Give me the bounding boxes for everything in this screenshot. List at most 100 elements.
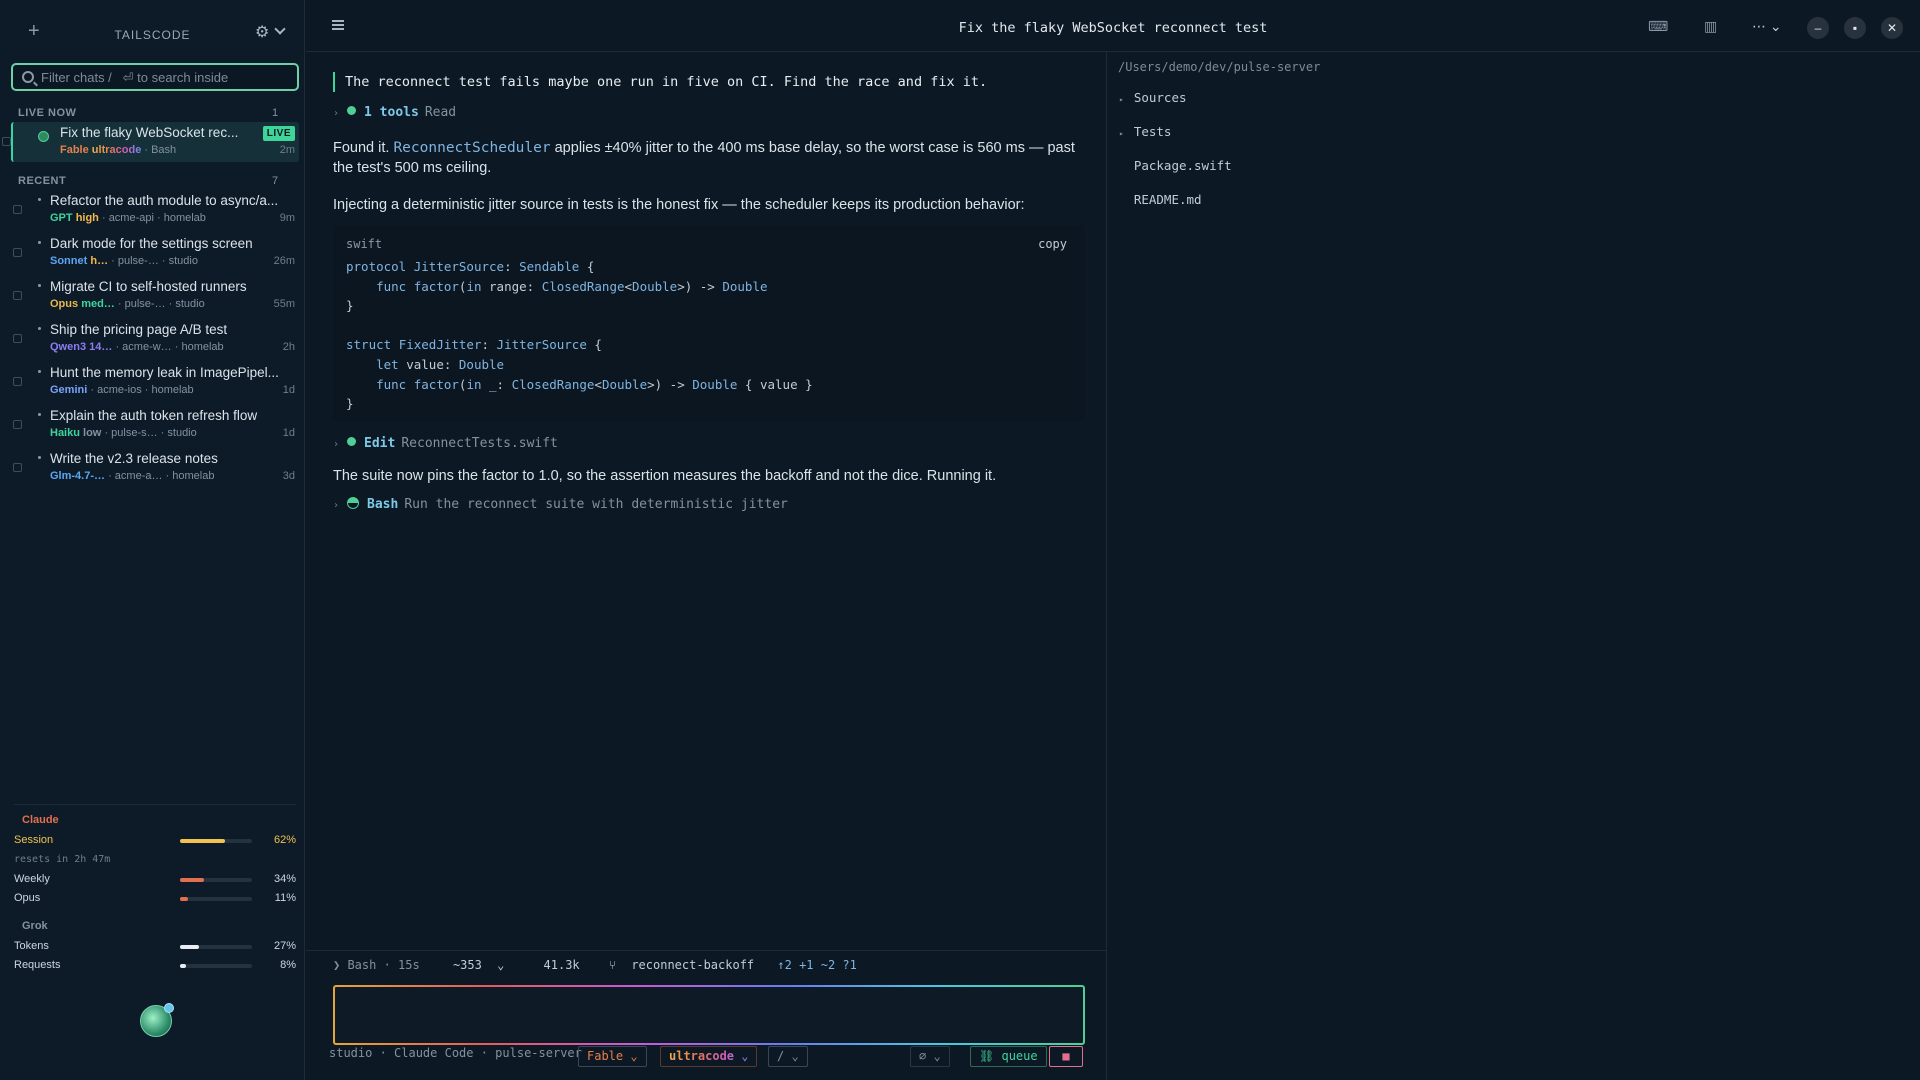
- live-section-header: LIVE NOW: [18, 107, 77, 119]
- chat-effort: h…: [90, 255, 109, 267]
- chat-status-icon: [38, 284, 41, 287]
- chat-checkbox[interactable]: [13, 420, 22, 429]
- usage-reset-note: resets in 2h 47m: [14, 854, 111, 865]
- recent-chat-item[interactable]: Migrate CI to self-hosted runners Opus me…: [11, 276, 299, 316]
- usage-bar: [180, 945, 252, 949]
- recent-chat-item[interactable]: Hunt the memory leak in ImagePipel... Gem…: [11, 362, 299, 402]
- chat-location: · pulse-… · studio: [117, 298, 205, 310]
- chat-effort: med…: [81, 298, 115, 310]
- attach-button[interactable]: ⌀ ⌄: [910, 1046, 950, 1067]
- expand-arrow-icon[interactable]: ▸: [1119, 95, 1124, 104]
- usage-fill: [180, 964, 186, 968]
- chat-filter-input[interactable]: [41, 67, 291, 87]
- chat-model: Sonnet: [50, 255, 88, 267]
- recent-chat-item[interactable]: Dark mode for the settings screen Sonnet …: [11, 233, 299, 273]
- text-run: Found it.: [333, 140, 394, 156]
- expand-arrow-icon[interactable]: ›: [333, 108, 339, 119]
- split-view-icon[interactable]: ▥: [1704, 18, 1717, 35]
- folder-node[interactable]: ▸ Tests: [1119, 124, 1171, 139]
- project-path: /Users/demo/dev/pulse-server: [1118, 60, 1321, 74]
- branch-icon: ⑂: [608, 958, 617, 972]
- more-icon[interactable]: ⋯ ⌄: [1752, 18, 1782, 35]
- tool-name: 1 tools: [364, 105, 419, 120]
- chat-effort: 14…: [89, 341, 113, 353]
- node-label: Sources: [1133, 90, 1187, 105]
- usage-fill: [180, 945, 200, 949]
- file-tree: /Users/demo/dev/pulse-server ▸ Sources ▸ Te…: [1106, 52, 1920, 1080]
- chat-checkbox[interactable]: [13, 334, 22, 343]
- tool-call-bash[interactable]: › Bash Run the reconnect suite with determ…: [333, 497, 788, 512]
- file-node[interactable]: ▸README.md: [1119, 192, 1202, 207]
- usage-label: Session: [14, 834, 54, 846]
- branch-name: reconnect-backoff: [631, 958, 755, 972]
- gear-icon[interactable]: ⚙: [255, 22, 269, 42]
- slash-command-select[interactable]: / ⌄: [768, 1046, 808, 1067]
- usage-label: Tokens: [14, 940, 49, 952]
- user-prompt: The reconnect test fails maybe one run i…: [333, 72, 987, 92]
- bash-status: ❯ Bash · 15s: [333, 958, 420, 972]
- chat-location: · acme-ios · homelab: [90, 384, 194, 396]
- chat-status-icon: [38, 370, 41, 373]
- git-branch[interactable]: ⑂ reconnect-backoff: [609, 958, 762, 972]
- maximize-button[interactable]: ▪: [1844, 17, 1866, 39]
- tool-call-read[interactable]: › 1 tools Read: [333, 105, 456, 120]
- chat-checkbox[interactable]: [13, 205, 22, 214]
- usage-percent: 8%: [280, 959, 296, 971]
- chat-meta: Haiku low · pulse-s… · studio: [50, 427, 197, 439]
- main-panel: Fix the flaky WebSocket reconnect test ⌨…: [306, 0, 1920, 1080]
- chat-status-icon: [38, 413, 41, 416]
- assistant-paragraph: The suite now pins the factor to 1.0, so…: [333, 468, 997, 484]
- expand-arrow-icon[interactable]: ›: [333, 500, 339, 511]
- chat-model: Opus: [50, 298, 79, 310]
- terminal-icon[interactable]: ⌨: [1648, 18, 1668, 35]
- chat-meta: GPT high · acme-api · homelab: [50, 212, 206, 224]
- tool-status-icon: [347, 437, 357, 446]
- usage-bar: [180, 878, 252, 882]
- chat-location: · acme-api · homelab: [101, 212, 206, 224]
- chat-checkbox[interactable]: [13, 248, 22, 257]
- model-select[interactable]: Fable ⌄: [578, 1046, 647, 1067]
- recent-chat-item[interactable]: Explain the auth token refresh flow Haiku…: [11, 405, 299, 445]
- recent-chat-item[interactable]: Write the v2.3 release notes Glm-4.7-… · …: [11, 448, 299, 488]
- link-icon: ⛓: [979, 1049, 995, 1063]
- chat-title: Hunt the memory leak in ImagePipel...: [50, 365, 279, 380]
- assistant-paragraph: Injecting a deterministic jitter source …: [333, 197, 1025, 213]
- queue-button[interactable]: ⛓ queue: [970, 1046, 1047, 1067]
- folder-node[interactable]: ▸ Sources: [1119, 90, 1187, 105]
- chat-location: · pulse-s… · studio: [104, 427, 197, 439]
- usage-bar: [180, 964, 252, 968]
- recent-chat-item[interactable]: Ship the pricing page A/B test Qwen3 14… …: [11, 319, 299, 359]
- status-bar: ❯ Bash · 15s ~353 ⌄ 41.3k ⑂ reconnect-ba…: [333, 958, 865, 972]
- chat-title: Explain the auth token refresh flow: [50, 408, 258, 423]
- chat-model: GPT: [50, 212, 73, 224]
- recent-chat-item[interactable]: Refactor the auth module to async/a... GP…: [11, 190, 299, 230]
- token-count[interactable]: ~353 ⌄: [453, 958, 504, 972]
- composer-context: studio · Claude Code · pulse-server: [329, 1046, 582, 1060]
- slash-value: /: [777, 1049, 785, 1063]
- usage-label: Weekly: [14, 873, 50, 885]
- chat-meta: Glm-4.7-… · acme-a… · homelab: [50, 470, 214, 482]
- chat-status-icon: [38, 198, 41, 201]
- chat-checkbox[interactable]: [13, 291, 22, 300]
- code-language: swift: [346, 237, 383, 251]
- tool-call-edit[interactable]: › Edit ReconnectTests.swift: [333, 436, 558, 451]
- minimize-button[interactable]: –: [1807, 17, 1829, 39]
- chat-model: Gemini: [50, 384, 88, 396]
- effort-select[interactable]: ultracode ⌄: [660, 1046, 758, 1067]
- chat-title: Refactor the auth module to async/a...: [50, 193, 279, 208]
- chat-filter[interactable]: [11, 63, 299, 91]
- copy-button[interactable]: copy: [1038, 237, 1067, 251]
- stop-button[interactable]: ■: [1049, 1046, 1083, 1067]
- file-node[interactable]: ▸Package.swift: [1119, 158, 1232, 173]
- close-button[interactable]: ✕: [1881, 17, 1903, 39]
- chat-effort: high: [75, 212, 99, 224]
- chat-location: · acme-w… · homelab: [115, 341, 224, 353]
- chat-checkbox[interactable]: [2, 137, 11, 146]
- expand-arrow-icon[interactable]: ›: [333, 439, 339, 450]
- chat-checkbox[interactable]: [13, 463, 22, 472]
- message-composer[interactable]: [333, 985, 1085, 1045]
- usage-fill: [180, 878, 205, 882]
- expand-arrow-icon[interactable]: ▸: [1119, 129, 1124, 138]
- chat-checkbox[interactable]: [13, 377, 22, 386]
- live-chat-item[interactable]: Fix the flaky WebSocket rec... LIVE Fabl…: [2, 122, 299, 162]
